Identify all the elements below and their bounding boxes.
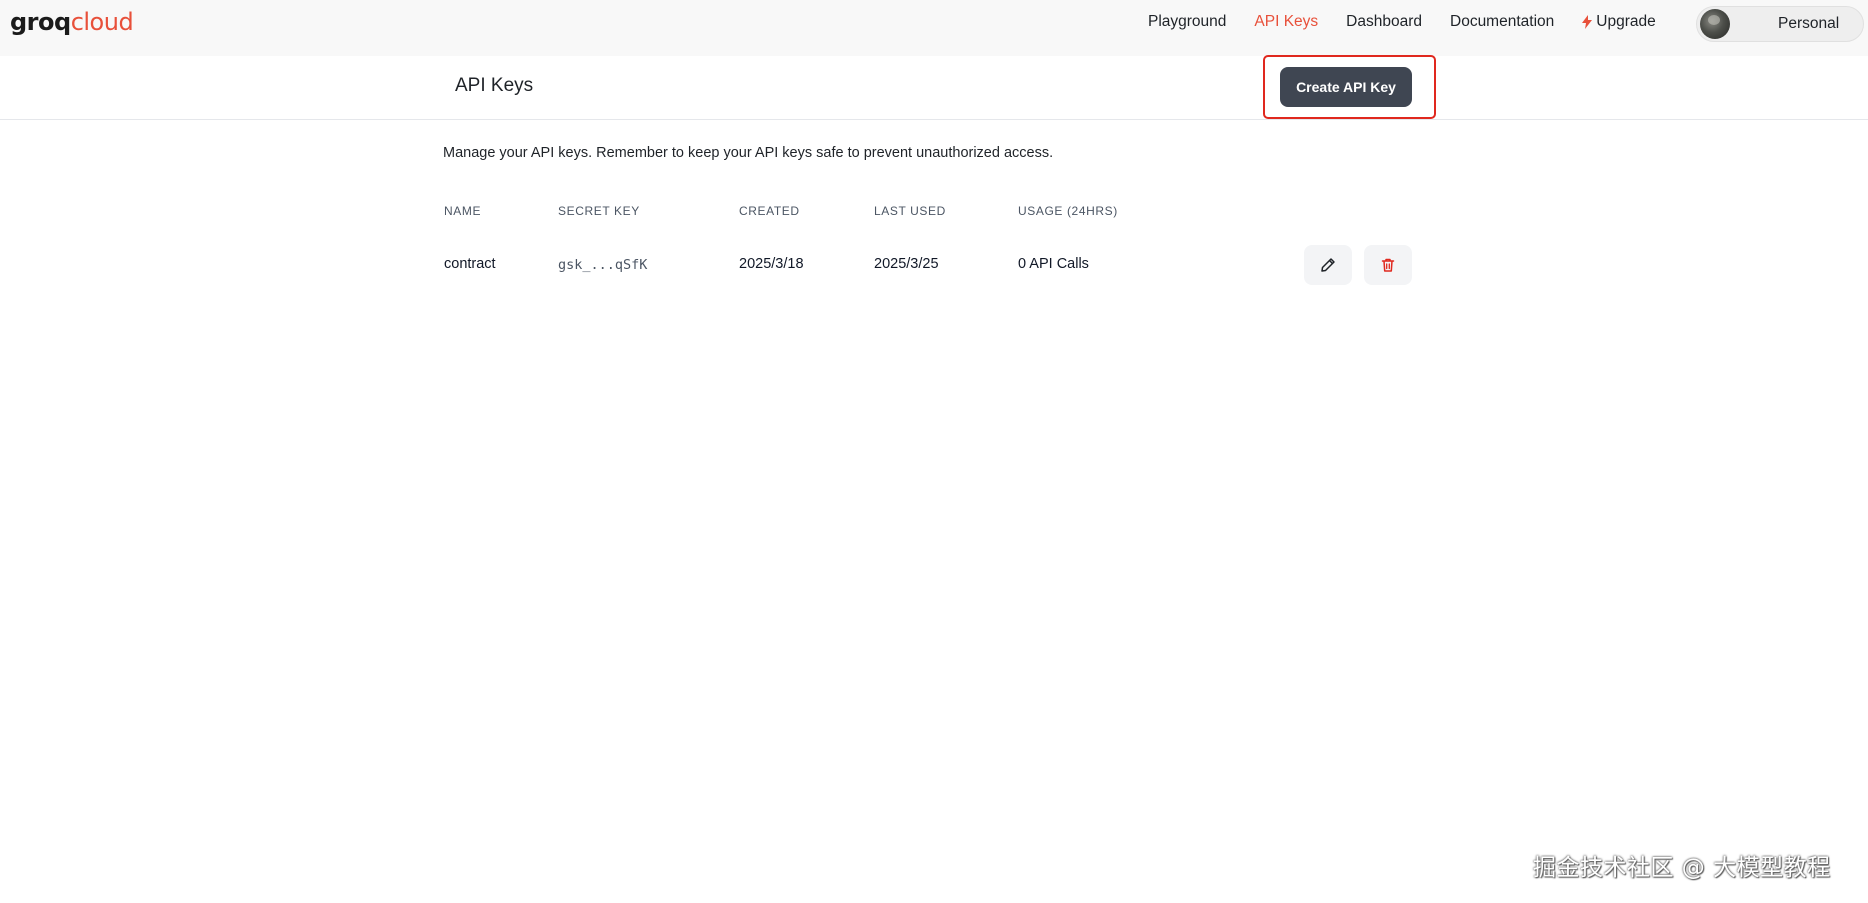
nav-documentation[interactable]: Documentation bbox=[1450, 13, 1554, 31]
edit-key-button[interactable] bbox=[1304, 245, 1352, 285]
pencil-icon bbox=[1321, 258, 1335, 272]
page-header: API Keys bbox=[0, 56, 1868, 120]
delete-key-button[interactable] bbox=[1364, 245, 1412, 285]
column-header-created: CREATED bbox=[739, 204, 800, 218]
nav-dashboard[interactable]: Dashboard bbox=[1346, 13, 1422, 31]
account-switcher[interactable]: Personal bbox=[1696, 6, 1864, 42]
nav-upgrade[interactable]: Upgrade bbox=[1582, 13, 1656, 31]
column-header-last-used: LAST USED bbox=[874, 204, 946, 218]
nav-api-keys[interactable]: API Keys bbox=[1254, 13, 1318, 31]
avatar bbox=[1700, 9, 1730, 39]
column-header-name: NAME bbox=[444, 204, 482, 218]
account-label: Personal bbox=[1778, 15, 1840, 32]
column-header-secret-key: SECRET KEY bbox=[558, 204, 640, 218]
key-secret: gsk_...qSfK bbox=[558, 257, 648, 273]
key-last-used: 2025/3/25 bbox=[874, 256, 939, 272]
key-created: 2025/3/18 bbox=[739, 256, 804, 272]
page-title: API Keys bbox=[455, 75, 534, 96]
column-header-usage: USAGE (24HRS) bbox=[1018, 204, 1118, 218]
nav-playground[interactable]: Playground bbox=[1148, 13, 1226, 31]
logo-groq: groq bbox=[10, 8, 71, 36]
key-usage: 0 API Calls bbox=[1018, 256, 1089, 272]
logo-cloud: cloud bbox=[70, 8, 134, 36]
trash-icon bbox=[1381, 258, 1395, 272]
watermark: 掘金技术社区 @ 大模型教程 bbox=[1533, 855, 1831, 881]
nav-upgrade-label: Upgrade bbox=[1596, 13, 1656, 30]
page-description: Manage your API keys. Remember to keep y… bbox=[443, 145, 1054, 161]
create-api-key-button[interactable]: Create API Key bbox=[1280, 67, 1412, 107]
main-nav: Playground API Keys Dashboard Documentat… bbox=[1148, 13, 1684, 31]
key-name: contract bbox=[444, 256, 496, 272]
groqcloud-logo[interactable]: groq cloud bbox=[10, 8, 134, 36]
top-navigation-bar: groq cloud Playground API Keys Dashboard … bbox=[0, 0, 1868, 56]
bolt-icon bbox=[1582, 15, 1593, 29]
